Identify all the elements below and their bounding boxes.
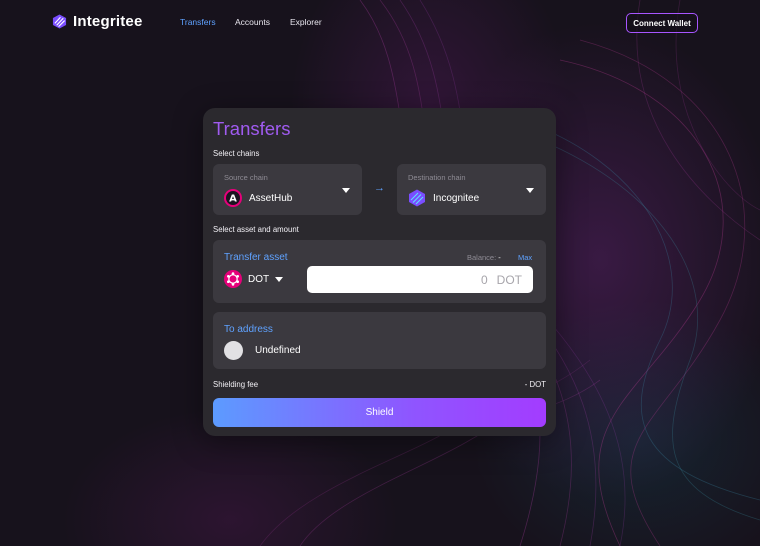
integritee-logo-icon — [52, 14, 67, 29]
shielding-fee-value: - DOT — [524, 380, 546, 389]
select-chains-label: Select chains — [213, 149, 260, 158]
incognitee-icon — [409, 189, 425, 207]
destination-chain-caption: Destination chain — [408, 173, 466, 182]
chevron-down-icon — [526, 188, 534, 193]
chevron-down-icon — [342, 188, 350, 193]
shield-button[interactable]: Shield — [213, 398, 546, 427]
top-nav: Integritee Transfers Accounts Explorer C… — [0, 0, 760, 46]
source-chain-caption: Source chain — [224, 173, 268, 182]
asset-select[interactable]: DOT — [224, 270, 288, 290]
arrow-right-icon: → — [374, 182, 385, 194]
asset-symbol: DOT — [248, 274, 270, 285]
avatar — [224, 341, 243, 360]
destination-chain-select[interactable]: Destination chain Incognitee — [397, 164, 546, 215]
connect-wallet-button[interactable]: Connect Wallet — [626, 13, 698, 33]
max-button[interactable]: Max — [518, 253, 532, 262]
transfer-asset-caption: Transfer asset — [224, 252, 288, 263]
to-address-value: Undefined — [255, 345, 301, 356]
amount-input[interactable]: 0 DOT — [307, 266, 533, 293]
svg-text:A: A — [229, 194, 237, 205]
brand-name: Integritee — [73, 13, 143, 30]
destination-chain-name: Incognitee — [433, 193, 480, 204]
transfer-card: Transfers Select chains Source chain A A… — [203, 108, 556, 436]
nav-link-accounts[interactable]: Accounts — [235, 17, 270, 27]
balance-value: - — [498, 253, 501, 262]
source-chain-select[interactable]: Source chain A AssetHub — [213, 164, 362, 215]
to-address-panel[interactable]: To address Undefined — [213, 312, 546, 369]
chevron-down-icon — [275, 277, 283, 282]
polkadot-icon — [224, 270, 242, 288]
source-chain-name: AssetHub — [249, 193, 293, 204]
amount-unit: DOT — [496, 272, 522, 287]
select-asset-label: Select asset and amount — [213, 225, 299, 234]
transfer-asset-panel: Transfer asset Balance: - Max DOT 0 DOT — [213, 240, 546, 303]
balance-readout: Balance: - — [467, 253, 501, 262]
balance-label: Balance: — [467, 253, 497, 262]
nav-link-explorer[interactable]: Explorer — [290, 17, 322, 27]
to-address-caption: To address — [224, 324, 273, 335]
assethub-icon: A — [224, 189, 242, 207]
brand-logo[interactable]: Integritee — [52, 13, 143, 30]
page-title: Transfers — [213, 118, 291, 139]
amount-placeholder: 0 — [480, 272, 488, 287]
shielding-fee-label: Shielding fee — [213, 380, 259, 389]
nav-link-transfers[interactable]: Transfers — [180, 17, 216, 27]
